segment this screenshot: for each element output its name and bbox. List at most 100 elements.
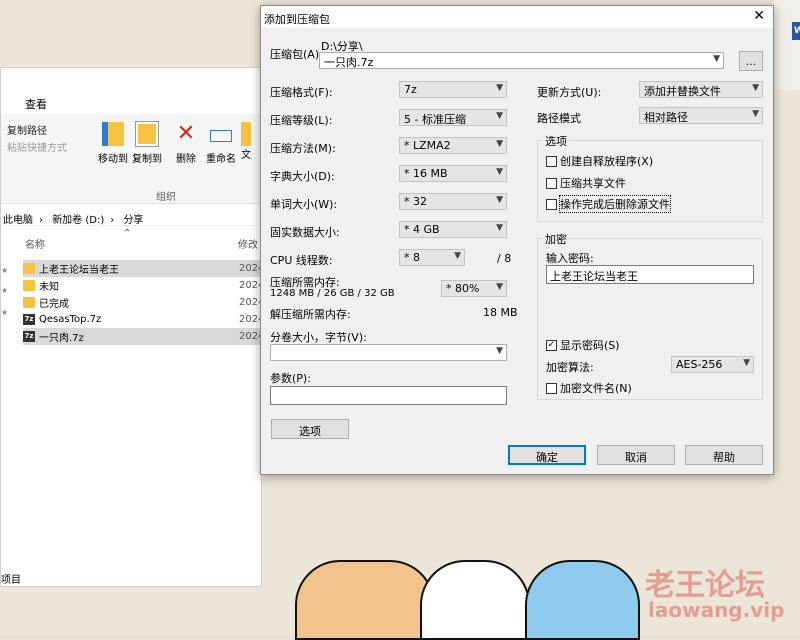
format-label: 压缩格式(F): xyxy=(270,86,333,99)
file-name: QesasTop.7z xyxy=(39,314,102,325)
cartoon-wallpaper xyxy=(295,560,435,640)
encryption-group-title: 加密 xyxy=(543,231,569,247)
split-size-combo[interactable]: ▼ xyxy=(270,344,507,361)
delete-after-checkbox[interactable]: 操作完成后删除源文件 xyxy=(546,195,671,213)
checkbox-box xyxy=(546,382,557,394)
dict-size-value: * 16 MB xyxy=(404,167,448,180)
encrypt-names-label: 加密文件名(N) xyxy=(560,382,632,395)
format-value: 7z xyxy=(404,83,417,96)
word-size-select[interactable]: * 32 ▼ xyxy=(399,193,507,210)
pin-icon: ★ xyxy=(1,266,9,275)
chevron-down-icon: ▼ xyxy=(454,251,461,261)
cartoon-wallpaper xyxy=(525,560,640,640)
file-explorer-window: 查看 复制路径 粘贴快捷方式 移动到 复制到 ✕ 删除 重命名 文 组织 此电脑… xyxy=(0,67,264,587)
breadcrumb-item[interactable]: 分享 xyxy=(123,215,143,226)
method-value: * LZMA2 xyxy=(404,139,451,152)
chevron-down-icon: ▼ xyxy=(496,139,503,149)
copy-path-button[interactable]: 复制路径 xyxy=(7,122,47,137)
encryption-method-label: 加密算法: xyxy=(546,361,594,374)
delete-label: 删除 xyxy=(176,154,196,165)
encryption-method-select[interactable]: AES-256 ▼ xyxy=(671,356,754,373)
paste-shortcut-button[interactable]: 粘贴快捷方式 xyxy=(7,139,67,154)
breadcrumb-item[interactable]: 新加卷 (D:) xyxy=(52,215,104,226)
file-row[interactable]: 7z 一只肉.7z 2024 xyxy=(23,328,264,345)
cancel-button[interactable]: 取消 xyxy=(597,445,675,465)
help-button[interactable]: 帮助 xyxy=(685,445,763,465)
dialog-title: 添加到压缩包 xyxy=(264,13,330,26)
ribbon-tab-view[interactable]: 查看 xyxy=(25,96,47,112)
file-name: 已完成 xyxy=(39,299,69,310)
new-folder-icon xyxy=(241,122,251,146)
solid-size-label: 固实数据大小: xyxy=(270,226,340,239)
level-label: 压缩等级(L): xyxy=(270,114,333,127)
column-header-name[interactable]: 名称 xyxy=(25,236,45,251)
dialog-titlebar[interactable]: 添加到压缩包 ✕ xyxy=(261,6,773,28)
cartoon-wallpaper xyxy=(420,560,530,640)
compress-memory-detail: 1248 MB / 26 GB / 32 GB xyxy=(270,288,395,299)
background-window xyxy=(774,0,800,90)
password-input[interactable]: 上老王论坛当老王 xyxy=(546,265,754,284)
params-input[interactable] xyxy=(270,386,507,405)
new-folder-label: 文 xyxy=(241,150,251,161)
file-row[interactable]: 已完成 2024 xyxy=(23,294,264,311)
cpu-threads-max: / 8 xyxy=(497,252,512,265)
solid-size-select[interactable]: * 4 GB ▼ xyxy=(399,221,507,238)
checkbox-box xyxy=(546,177,557,189)
file-row[interactable]: 7z QesasTop.7z 2024 xyxy=(23,311,264,328)
show-password-checkbox[interactable]: ✓ 显示密码(S) xyxy=(546,337,620,353)
pin-icon: ★ xyxy=(1,286,9,295)
level-select[interactable]: 5 - 标准压缩 ▼ xyxy=(399,109,507,126)
decompress-memory-value: 18 MB xyxy=(483,306,518,319)
rename-button[interactable]: 重命名 xyxy=(201,122,241,165)
chevron-down-icon: ▼ xyxy=(496,223,503,233)
shared-files-checkbox[interactable]: 压缩共享文件 xyxy=(546,175,626,191)
paste-shortcut-label: 粘贴快捷方式 xyxy=(7,143,67,154)
solid-size-value: * 4 GB xyxy=(404,223,440,236)
ribbon-group-label: 组织 xyxy=(156,192,176,203)
breadcrumb[interactable]: 此电脑 › 新加卷 (D:) › 分享 xyxy=(1,208,263,226)
archive-name-combo[interactable]: 一只肉.7z ▼ xyxy=(319,52,724,69)
checkbox-box xyxy=(546,198,557,210)
dict-size-select[interactable]: * 16 MB ▼ xyxy=(399,165,507,182)
chevron-down-icon: ▼ xyxy=(496,83,503,93)
delete-after-checkbox-label: 操作完成后删除源文件 xyxy=(559,195,671,213)
file-name: 上老王论坛当老王 xyxy=(39,265,119,276)
ok-button[interactable]: 确定 xyxy=(508,445,586,465)
level-value: 5 - 标准压缩 xyxy=(404,113,466,126)
format-select[interactable]: 7z ▼ xyxy=(399,81,507,98)
sfx-checkbox[interactable]: 创建自释放程序(X) xyxy=(546,153,653,169)
breadcrumb-item[interactable]: 此电脑 xyxy=(3,215,33,226)
folder-icon xyxy=(23,280,35,291)
path-mode-select[interactable]: 相对路径 ▼ xyxy=(639,107,763,124)
method-select[interactable]: * LZMA2 ▼ xyxy=(399,137,507,154)
chevron-down-icon: ▼ xyxy=(752,109,759,119)
file-row[interactable]: 上老王论坛当老王 2024 xyxy=(23,260,264,277)
update-mode-select[interactable]: 添加并替换文件 ▼ xyxy=(639,81,763,98)
sfx-checkbox-label: 创建自释放程序(X) xyxy=(560,155,654,168)
column-header-date[interactable]: 修改 xyxy=(238,236,258,251)
checkbox-box xyxy=(546,155,557,167)
file-row[interactable]: 未知 2024 xyxy=(23,277,264,294)
watermark-url: laowang.vip xyxy=(648,598,785,622)
word-icon[interactable]: W xyxy=(792,22,800,40)
archive-file-icon: 7z xyxy=(23,314,35,325)
update-mode-value: 添加并替换文件 xyxy=(644,85,721,98)
chevron-down-icon: ▼ xyxy=(752,83,759,93)
copy-to-icon xyxy=(135,121,159,147)
encrypt-names-checkbox[interactable]: 加密文件名(N) xyxy=(546,380,632,396)
status-bar-text: 项目 xyxy=(1,575,21,586)
copy-to-button[interactable]: 复制到 xyxy=(127,121,167,165)
delete-button[interactable]: ✕ 删除 xyxy=(166,122,206,166)
password-label: 输入密码: xyxy=(546,252,594,265)
folder-icon xyxy=(23,263,35,274)
chevron-down-icon: ▼ xyxy=(713,54,720,64)
options-button[interactable]: 选项 xyxy=(271,419,349,439)
close-icon[interactable]: ✕ xyxy=(753,8,765,24)
file-name: 一只肉.7z xyxy=(39,333,84,344)
browse-button[interactable]: ... xyxy=(739,51,763,71)
cpu-threads-select[interactable]: * 8 ▼ xyxy=(399,249,465,266)
decompress-memory-label: 解压缩所需内存: xyxy=(270,308,351,321)
options-group-title: 选项 xyxy=(543,133,569,149)
memory-usage-select[interactable]: * 80% ▼ xyxy=(441,280,507,297)
move-to-label: 移动到 xyxy=(98,154,128,165)
